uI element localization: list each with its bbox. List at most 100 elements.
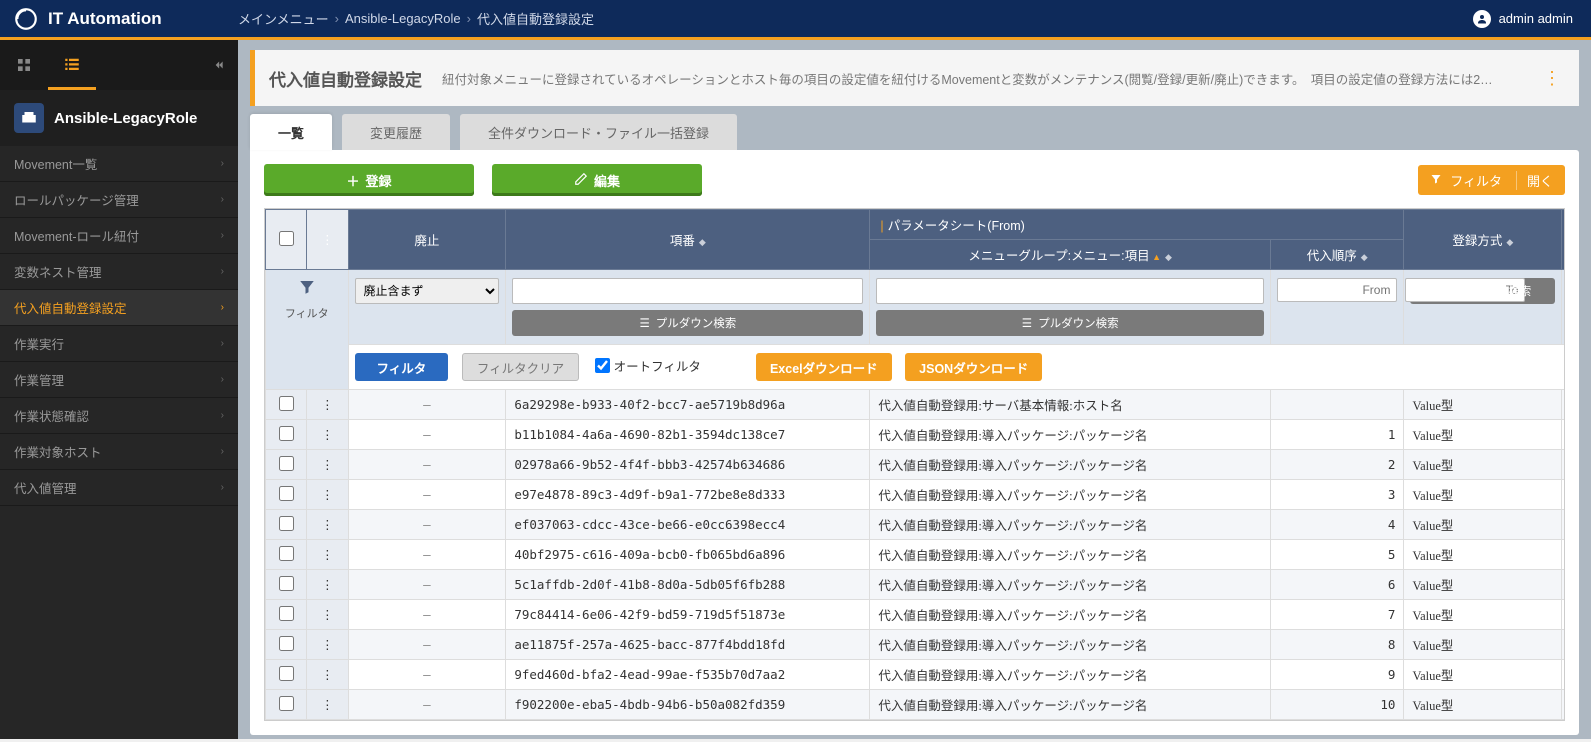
- page-kebab-icon[interactable]: ⋮: [1539, 68, 1565, 89]
- row-kebab-icon[interactable]: ⋮: [307, 420, 348, 450]
- menu-cell: 代入値自動登録用:導入パッケージ:パッケージ名: [870, 540, 1271, 570]
- row-checkbox[interactable]: [279, 396, 294, 411]
- row-kebab-icon[interactable]: ⋮: [307, 390, 348, 420]
- discard-cell: ―: [348, 480, 506, 510]
- seq-pulldown-button[interactable]: ☰プルダウン検索: [512, 310, 863, 336]
- discard-cell: ―: [348, 510, 506, 540]
- table-row: ⋮―6a29298e-b933-40f2-bcc7-ae5719b8d96a代入…: [266, 390, 1566, 420]
- order-cell: 3: [1270, 480, 1404, 510]
- app-logo-icon: [12, 5, 40, 33]
- movement-cell: パッケージ管理: [1562, 630, 1565, 660]
- tab[interactable]: 全件ダウンロード・ファイル一括登録: [460, 114, 737, 150]
- excel-download-button[interactable]: Excelダウンロード: [756, 353, 892, 381]
- header-kebab-icon[interactable]: ⋮: [321, 233, 334, 247]
- sidebar-item[interactable]: 作業対象ホスト›: [0, 434, 238, 470]
- row-checkbox[interactable]: [279, 426, 294, 441]
- breadcrumb-item[interactable]: Ansible-LegacyRole: [345, 11, 461, 26]
- edit-button[interactable]: 編集: [492, 164, 702, 196]
- sidebar-item[interactable]: ロールパッケージ管理›: [0, 182, 238, 218]
- seq-filter-input[interactable]: [512, 278, 863, 304]
- menu-filter-input[interactable]: [876, 278, 1264, 304]
- seq-cell: 5c1affdb-2d0f-41b8-8d0a-5db05f6fb288: [506, 570, 870, 600]
- chevron-right-icon: ›: [221, 194, 224, 205]
- row-checkbox[interactable]: [279, 456, 294, 471]
- menu-pulldown-button[interactable]: ☰プルダウン検索: [876, 310, 1264, 336]
- filter-open-label: 開く: [1516, 171, 1553, 190]
- order-cell: [1270, 390, 1404, 420]
- col-discard[interactable]: 廃止: [348, 210, 506, 270]
- row-checkbox[interactable]: [279, 696, 294, 711]
- order-from-input[interactable]: [1277, 278, 1398, 302]
- row-kebab-icon[interactable]: ⋮: [307, 600, 348, 630]
- regtype-cell: Value型: [1404, 390, 1562, 420]
- sidebar-item[interactable]: 作業状態確認›: [0, 398, 238, 434]
- filter-clear-button[interactable]: フィルタクリア: [462, 353, 579, 381]
- row-kebab-icon[interactable]: ⋮: [307, 450, 348, 480]
- register-button[interactable]: ＋ 登録: [264, 164, 474, 196]
- select-all-checkbox[interactable]: [279, 231, 294, 246]
- movement-cell: パッケージ管理: [1562, 690, 1565, 720]
- row-checkbox[interactable]: [279, 516, 294, 531]
- menu-cell: 代入値自動登録用:導入パッケージ:パッケージ名: [870, 510, 1271, 540]
- discard-cell: ―: [348, 630, 506, 660]
- sidebar-item[interactable]: 変数ネスト管理›: [0, 254, 238, 290]
- row-checkbox[interactable]: [279, 576, 294, 591]
- seq-cell: ef037063-cdcc-43ce-be66-e0cc6398ecc4: [506, 510, 870, 540]
- chevron-right-icon: ›: [221, 230, 224, 241]
- row-checkbox[interactable]: [279, 546, 294, 561]
- order-cell: 2: [1270, 450, 1404, 480]
- col-menu-item[interactable]: メニューグループ:メニュー:項目 ▲◆: [870, 240, 1271, 270]
- sidebar-item[interactable]: 代入値自動登録設定›: [0, 290, 238, 326]
- menu-cell: 代入値自動登録用:導入パッケージ:パッケージ名: [870, 480, 1271, 510]
- sidebar-item[interactable]: 作業実行›: [0, 326, 238, 362]
- sidebar-item[interactable]: 作業管理›: [0, 362, 238, 398]
- chevron-right-icon: ›: [221, 338, 224, 349]
- row-checkbox[interactable]: [279, 666, 294, 681]
- page-description: 紐付対象メニューに登録されているオペレーションとホスト毎の項目の設定値を紐付ける…: [442, 69, 1519, 88]
- breadcrumb-item[interactable]: メインメニュー: [238, 9, 329, 28]
- app-title: IT Automation: [48, 9, 162, 29]
- col-movement[interactable]: Movement名◆: [1562, 210, 1565, 270]
- auto-filter-checkbox[interactable]: [595, 358, 610, 373]
- regtype-cell: Value型: [1404, 480, 1562, 510]
- movement-cell: パッケージ管理: [1562, 660, 1565, 690]
- auto-filter-toggle[interactable]: オートフィルタ: [595, 356, 701, 375]
- tab[interactable]: 変更履歴: [342, 114, 450, 150]
- row-kebab-icon[interactable]: ⋮: [307, 510, 348, 540]
- sidebar-collapse[interactable]: [198, 58, 238, 72]
- row-kebab-icon[interactable]: ⋮: [307, 630, 348, 660]
- json-download-button[interactable]: JSONダウンロード: [905, 353, 1042, 381]
- row-kebab-icon[interactable]: ⋮: [307, 480, 348, 510]
- row-checkbox[interactable]: [279, 606, 294, 621]
- chevron-right-icon: ›: [221, 158, 224, 169]
- row-checkbox[interactable]: [279, 636, 294, 651]
- edit-icon: [574, 172, 588, 189]
- chevron-right-icon: ›: [221, 302, 224, 313]
- regtype-cell: Value型: [1404, 690, 1562, 720]
- table-row: ⋮―40bf2975-c616-409a-bcb0-fb065bd6a896代入…: [266, 540, 1566, 570]
- col-seq[interactable]: 項番◆: [506, 210, 870, 270]
- sidebar-item[interactable]: 代入値管理›: [0, 470, 238, 506]
- movement-cell: パッケージ管理: [1562, 450, 1565, 480]
- filter-button[interactable]: フィルタ: [355, 353, 449, 381]
- col-regtype[interactable]: 登録方式◆: [1404, 210, 1562, 270]
- row-kebab-icon[interactable]: ⋮: [307, 660, 348, 690]
- user-icon: [1473, 10, 1491, 28]
- discard-filter-select[interactable]: 廃止含まず: [355, 278, 500, 304]
- row-kebab-icon[interactable]: ⋮: [307, 570, 348, 600]
- side-view-list[interactable]: [48, 40, 96, 90]
- sidebar-item[interactable]: Movement一覧›: [0, 146, 238, 182]
- tab[interactable]: 一覧: [250, 114, 332, 150]
- sidebar-item[interactable]: Movement-ロール紐付›: [0, 218, 238, 254]
- row-checkbox[interactable]: [279, 486, 294, 501]
- user-menu[interactable]: admin admin: [1473, 10, 1591, 28]
- filter-toggle-button[interactable]: フィルタ 開く: [1418, 165, 1565, 195]
- seq-cell: 6a29298e-b933-40f2-bcc7-ae5719b8d96a: [506, 390, 870, 420]
- row-kebab-icon[interactable]: ⋮: [307, 690, 348, 720]
- col-sub-order[interactable]: 代入順序◆: [1270, 240, 1404, 270]
- funnel-icon: [1430, 173, 1442, 188]
- side-view-grid[interactable]: [0, 40, 48, 90]
- row-kebab-icon[interactable]: ⋮: [307, 540, 348, 570]
- regtype-cell: Value型: [1404, 450, 1562, 480]
- page-title: 代入値自動登録設定: [269, 66, 422, 91]
